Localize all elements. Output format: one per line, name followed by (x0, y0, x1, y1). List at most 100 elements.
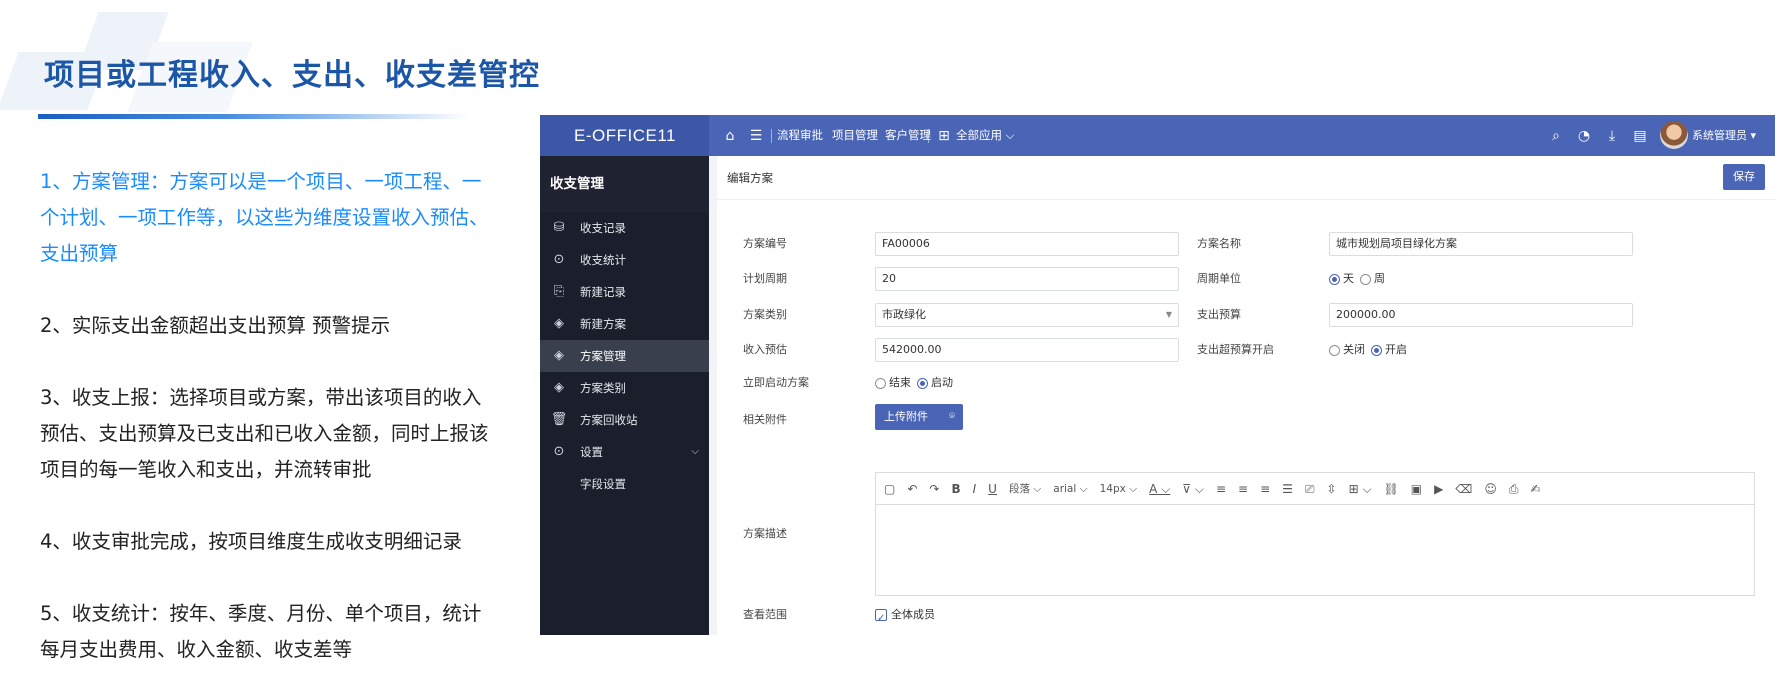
undo-icon[interactable]: ↶ (907, 473, 917, 505)
signature-icon[interactable]: ✍ (1530, 473, 1540, 505)
sidebar-item-new-record[interactable]: ⎘ 新建记录 (540, 276, 709, 308)
plan-no-input[interactable]: FA00006 (875, 232, 1179, 256)
sidebar-item-field-settings[interactable]: 字段设置 (540, 468, 709, 500)
align-center-icon[interactable]: ≡ (1260, 473, 1270, 505)
trash-icon: 🗑 (550, 412, 568, 427)
sidebar-item-plan-category[interactable]: ◈ 方案类别 (540, 372, 709, 404)
radio-start[interactable]: 启动 (917, 371, 953, 395)
sidebar-item-records[interactable]: ⛁ 收支记录 (540, 212, 709, 244)
title-underline (38, 114, 468, 119)
income-input[interactable]: 542000.00 (875, 338, 1179, 362)
radio-day[interactable]: 天 (1329, 267, 1354, 291)
sidebar-item-label: 方案类别 (580, 381, 626, 395)
plan-name-input[interactable]: 城市规划局项目绿化方案 (1329, 232, 1633, 256)
category-label: 方案类别 (743, 308, 787, 321)
scope-checkbox[interactable]: 全体成员 (875, 603, 935, 631)
nav-all-apps-label: 全部应用 (956, 128, 1002, 142)
radio-label: 天 (1343, 272, 1354, 285)
redo-icon[interactable]: ↷ (929, 473, 939, 505)
sidebar-item-label: 字段设置 (580, 477, 626, 491)
top-bar: E-OFFICE11 ⌂ ☰ 流程审批 项目管理 客户管理 ⊞ 全部应用 ⌵ ⌕… (540, 115, 1775, 156)
format-painter-icon[interactable]: ⎚ (1305, 473, 1315, 505)
coin-icon: ⛁ (553, 220, 565, 235)
table-icon[interactable]: ⊞ ⌵ (1349, 473, 1372, 505)
feature-points: 1、方案管理：方案可以是一个项目、一项工程、一个计划、一项工作等，以这些为维度设… (40, 164, 490, 668)
radio-end[interactable]: 结束 (875, 371, 911, 395)
sidebar-item-new-plan[interactable]: ◈ 新建方案 (540, 308, 709, 340)
radio-on[interactable]: 开启 (1371, 338, 1407, 362)
download-icon[interactable]: ⤓ (1602, 126, 1622, 146)
radio-indicator (1360, 273, 1371, 285)
avatar[interactable] (1660, 121, 1688, 149)
radio-week[interactable]: 周 (1360, 267, 1385, 291)
category-select[interactable]: 市政绿化 ▼ (875, 303, 1179, 327)
clock-icon[interactable]: ◔ (1574, 126, 1594, 146)
nav-workflow[interactable]: 流程审批 (777, 115, 823, 156)
bold-icon[interactable]: B (951, 473, 960, 505)
home-icon[interactable]: ⌂ (720, 126, 740, 146)
video-icon[interactable]: ▶ (1434, 473, 1443, 505)
font-size-label: 14px (1099, 482, 1126, 495)
upload-attachment-button[interactable]: 上传附件 ⌾ (875, 404, 963, 430)
highlight-icon[interactable]: ⊽ ⌵ (1182, 473, 1204, 505)
editor-body[interactable] (876, 505, 1754, 595)
budget-input[interactable]: 200000.00 (1329, 303, 1633, 327)
font-family-select[interactable]: arial ⌵ (1053, 473, 1087, 505)
user-menu[interactable]: 系统管理员 ▾ (1692, 115, 1756, 156)
category-value: 市政绿化 (882, 308, 926, 321)
rich-text-editor: ▢ ↶ ↷ B I U 段落 ⌵ arial ⌵ 14px ⌵ A ⌵ ⊽ ⌵ … (875, 472, 1755, 596)
source-icon[interactable]: ▢ (884, 473, 895, 505)
description-label: 方案描述 (743, 527, 787, 540)
image-icon[interactable]: ▣ (1411, 473, 1422, 505)
eraser-icon[interactable]: ⌫ (1455, 473, 1472, 505)
template-icon[interactable]: ⎙ (1509, 473, 1519, 505)
link-icon[interactable]: ⛓ (1384, 473, 1399, 505)
plan-no-label: 方案编号 (743, 237, 787, 250)
align-left-icon[interactable]: ≡ (1216, 473, 1226, 505)
sidebar-item-stats[interactable]: ⊙ 收支统计 (540, 244, 709, 276)
radio-indicator (875, 377, 886, 389)
underline-icon[interactable]: U (988, 473, 997, 505)
document-icon[interactable]: ▤ (1630, 126, 1650, 146)
chevron-down-icon: ⌵ (1005, 128, 1015, 142)
font-color-icon[interactable]: A ⌵ (1149, 473, 1170, 505)
feature-point: 5、收支统计：按年、季度、月份、单个项目，统计每月支出费用、收入金额、收支差等 (40, 602, 482, 661)
cycle-unit-label: 周期单位 (1197, 272, 1241, 285)
over-budget-radio-group: 关闭 开启 (1329, 338, 1413, 362)
paragraph-select[interactable]: 段落 ⌵ (1009, 473, 1041, 505)
nav-all-apps[interactable]: 全部应用 ⌵ (956, 115, 1014, 156)
nav-projects[interactable]: 项目管理 (832, 115, 878, 156)
sidebar-item-plan-management[interactable]: ◈ 方案管理 (540, 340, 709, 372)
radio-indicator (1329, 344, 1340, 356)
cycle-input[interactable]: 20 (875, 267, 1179, 291)
sidebar-item-label: 收支统计 (580, 253, 626, 267)
caret-down-icon: ▾ (1750, 129, 1757, 142)
font-family-label: arial (1053, 482, 1077, 495)
sidebar-item-label: 设置 (580, 445, 603, 459)
radio-off[interactable]: 关闭 (1329, 338, 1365, 362)
grid-icon[interactable]: ⊞ (934, 126, 954, 146)
align-justify-icon[interactable]: ☰ (1282, 473, 1293, 505)
sidebar-item-label: 收支记录 (580, 221, 626, 235)
sidebar-item-settings[interactable]: ⊙ 设置 ⌵ (540, 436, 709, 468)
save-button[interactable]: 保存 (1723, 164, 1765, 190)
italic-icon[interactable]: I (973, 473, 977, 505)
slide-title: 项目或工程收入、支出、收支差管控 (44, 58, 540, 93)
sidebar-item-recycle-bin[interactable]: 🗑 方案回收站 (540, 404, 709, 436)
caret-down-icon: ▼ (1165, 310, 1172, 319)
layers-icon: ◈ (554, 380, 564, 395)
feature-point: 3、收支上报：选择项目或方案，带出该项目的收入预估、支出预算及已支出和已收入金额… (40, 386, 489, 481)
menu-icon[interactable]: ☰ (746, 126, 766, 146)
chevron-down-icon: ⌵ (691, 446, 699, 457)
emoji-icon[interactable]: ☺ (1484, 473, 1497, 505)
align-right-icon[interactable]: ≡ (1238, 473, 1248, 505)
search-icon[interactable]: ⌕ (1546, 126, 1566, 146)
start-now-label: 立即启动方案 (743, 376, 809, 389)
sidebar-item-label: 方案管理 (580, 349, 626, 363)
line-height-icon[interactable]: ⇳ (1327, 473, 1337, 505)
nav-customers[interactable]: 客户管理 (885, 115, 931, 156)
sidebar-title: 收支管理 (540, 156, 709, 212)
brand-logo[interactable]: E-OFFICE11 (540, 115, 709, 156)
sidebar-item-label: 新建方案 (580, 317, 626, 331)
font-size-select[interactable]: 14px ⌵ (1100, 473, 1138, 505)
